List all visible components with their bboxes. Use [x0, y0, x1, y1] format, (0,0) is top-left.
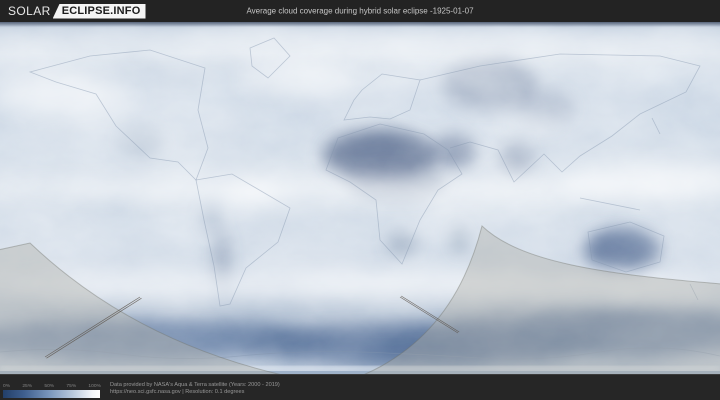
attribution-line-2: https://neo.sci.gsfc.nasa.gov | Resoluti…: [110, 387, 245, 394]
header-bar: SOLAR ECLIPSE.INFO Average cloud coverag…: [0, 0, 720, 22]
site-logo[interactable]: SOLAR ECLIPSE.INFO: [8, 3, 146, 19]
logo-text-eclipse-info: ECLIPSE.INFO: [52, 3, 146, 19]
page: SOLAR ECLIPSE.INFO Average cloud coverag…: [0, 0, 720, 400]
scale-tick-labels: 0% 25% 50% 75% 100%: [3, 383, 101, 389]
scale-label: 100%: [88, 382, 101, 388]
scale-label: 50%: [44, 382, 55, 388]
world-cloud-map-svg: [0, 22, 720, 374]
scale-label: 75%: [66, 382, 77, 388]
page-title: Average cloud coverage during hybrid sol…: [246, 6, 474, 16]
footer-bar: 0% 25% 50% 75% 100% Data provided by NAS…: [0, 374, 720, 400]
scale-gradient-bar: [3, 389, 100, 398]
scale-label: 25%: [22, 382, 33, 388]
logo-text-solar: SOLAR: [8, 4, 51, 18]
data-attribution: Data provided by NASA's Aqua & Terra sat…: [110, 381, 411, 394]
cloud-coverage-map[interactable]: [0, 22, 720, 374]
attribution-line-1: Data provided by NASA's Aqua & Terra sat…: [110, 380, 280, 388]
map-top-edge: [0, 22, 720, 27]
cloud-coverage-scale: 0% 25% 50% 75% 100%: [3, 378, 101, 398]
scale-label: 0%: [3, 382, 11, 388]
